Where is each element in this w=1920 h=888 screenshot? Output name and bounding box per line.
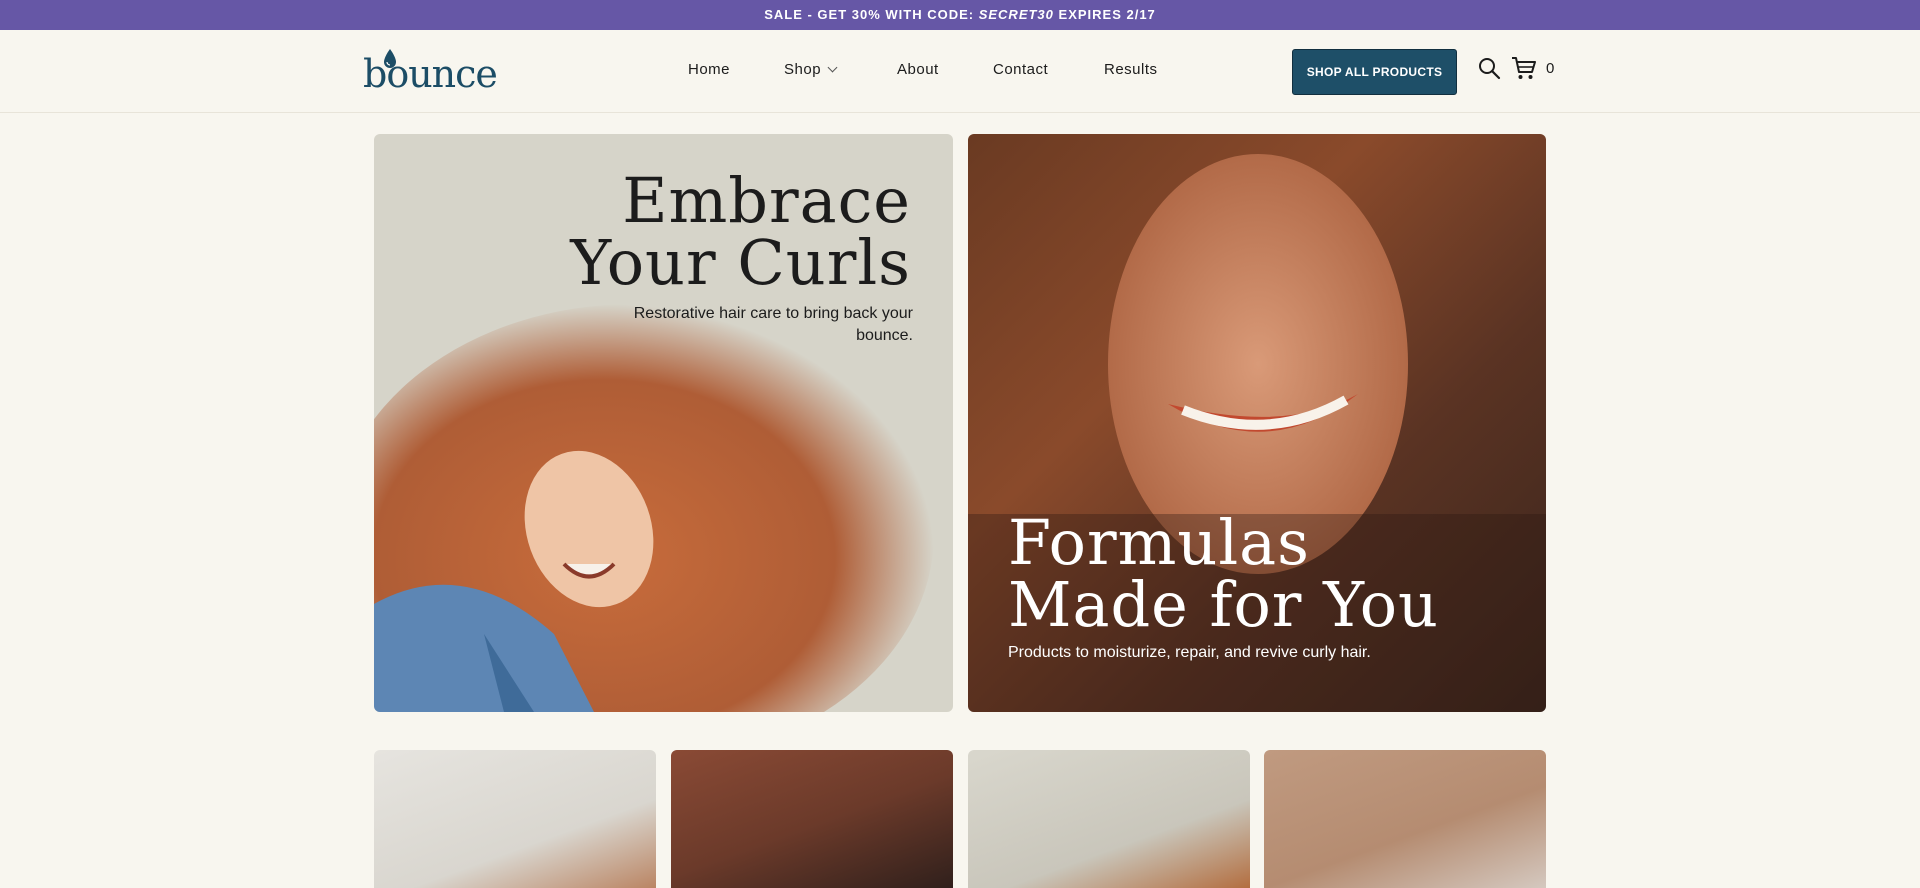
hero-left-subtitle: Restorative hair care to bring back your…	[633, 305, 913, 344]
search-icon[interactable]	[1477, 56, 1501, 80]
site-header: bounce Home Shop About Contact Results S…	[0, 30, 1920, 113]
hero-right-title-line2: Made for You	[1008, 568, 1439, 641]
nav-shop[interactable]: Shop	[784, 61, 838, 78]
nav-home[interactable]: Home	[688, 61, 730, 78]
category-tile-1[interactable]	[374, 750, 656, 888]
announcement-prefix: SALE - GET 30% WITH CODE:	[764, 7, 979, 22]
hero-left-title-line1: Embrace	[622, 164, 911, 237]
nav-results[interactable]: Results	[1104, 61, 1158, 78]
promo-code: SECRET30	[978, 7, 1054, 22]
hero-left-title-line2: Your Curls	[570, 226, 911, 299]
hero-card-embrace[interactable]: Embrace Your Curls Restorative hair care…	[374, 134, 953, 712]
hero-left-title: Embrace Your Curls	[570, 170, 911, 294]
cart-count[interactable]: 0	[1546, 60, 1554, 77]
nav-contact[interactable]: Contact	[993, 61, 1048, 78]
shop-all-products-button[interactable]: SHOP ALL PRODUCTS	[1292, 49, 1457, 95]
hero-card-formulas[interactable]: Formulas Made for You Products to moistu…	[968, 134, 1546, 712]
announcement-bar: SALE - GET 30% WITH CODE: SECRET30 EXPIR…	[0, 0, 1920, 30]
nav-about[interactable]: About	[897, 61, 939, 78]
hero-right-title-line1: Formulas	[1008, 506, 1310, 579]
hero-right-title: Formulas Made for You	[1008, 512, 1439, 636]
category-tile-3[interactable]	[968, 750, 1250, 888]
category-tile-4[interactable]	[1264, 750, 1546, 888]
nav-shop-label: Shop	[784, 61, 822, 78]
category-tile-2[interactable]	[671, 750, 953, 888]
brand-logo[interactable]: bounce	[363, 48, 498, 96]
announcement-suffix: EXPIRES 2/17	[1053, 7, 1156, 22]
water-drop-icon	[384, 49, 396, 68]
cart-icon[interactable]	[1511, 55, 1537, 81]
chevron-down-icon	[827, 62, 838, 73]
hero-right-subtitle: Products to moisturize, repair, and revi…	[1008, 644, 1371, 661]
